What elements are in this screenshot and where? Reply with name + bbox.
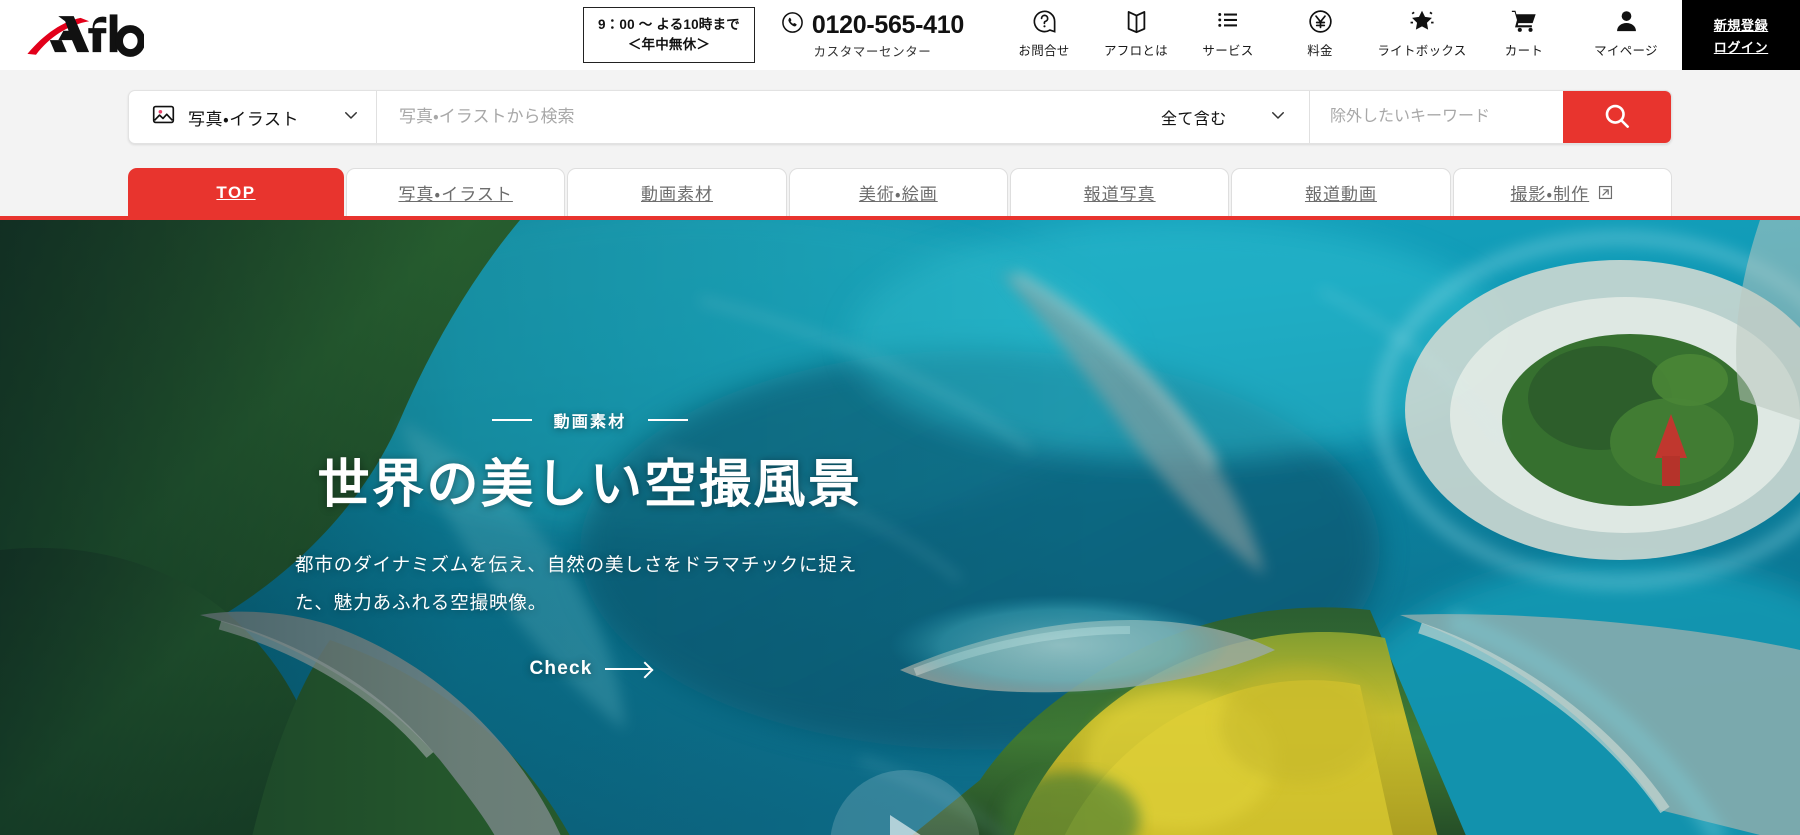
search-exclude-wrapper <box>1309 91 1563 143</box>
phone-circle-icon <box>781 11 804 39</box>
aflo-logo-icon <box>27 14 144 57</box>
business-hours-box: 9：00 ～ よる10時まで ＜年中無休＞ <box>582 6 755 64</box>
category-tabs: TOP 写真・イラスト 動画素材 美術・絵画 報道写真 報道動画 撮影・制作 <box>128 168 1672 216</box>
tab-label-news-video: 報道動画 <box>1304 185 1377 204</box>
user-person-icon <box>1613 6 1640 36</box>
phone-number[interactable]: 0120-565-410 <box>812 11 964 40</box>
category-tabs-bar: TOP 写真・イラスト 動画素材 美術・絵画 報道写真 報道動画 撮影・制作 <box>0 164 1800 220</box>
star-sparkle-icon <box>1408 6 1436 36</box>
register-label: 新規登録 <box>1713 17 1769 33</box>
business-hours-line1: 9：00 ～ よる10時まで <box>597 16 740 32</box>
nav-label-mypage: マイページ <box>1594 44 1658 58</box>
search-exclude-input[interactable] <box>1310 108 1563 126</box>
external-link-icon <box>1597 184 1614 201</box>
business-hours-line2: ＜年中無休＞ <box>627 36 711 52</box>
yen-circle-icon <box>1307 6 1334 36</box>
search-match-select[interactable]: 全て含む <box>1139 91 1309 143</box>
top-utility-bar: 9：00 ～ よる10時まで ＜年中無休＞ 0120-565-410 カスタマー… <box>0 0 1800 70</box>
tab-shooting-production[interactable]: 撮影・制作 <box>1452 168 1672 216</box>
open-book-icon <box>1123 6 1150 36</box>
aerial-lake-illustration <box>0 220 1800 835</box>
tab-label-video-material: 動画素材 <box>640 185 713 204</box>
shopping-cart-icon <box>1510 6 1538 36</box>
login-label: ログイン <box>1713 39 1769 55</box>
nav-label-about: アフロとは <box>1103 44 1168 58</box>
phone-label: カスタマーセンター <box>813 44 932 59</box>
nav-item-lightbox[interactable]: ライトボックス <box>1366 6 1478 59</box>
hero-cta-link[interactable]: Check <box>529 658 651 680</box>
hero-banner[interactable]: 動画素材 世界の美しい空撮風景 都市のダイナミズムを伝え、自然の美しさをドラマチ… <box>0 220 1800 835</box>
nav-item-mypage[interactable]: マイページ <box>1570 6 1682 59</box>
nav-label-cart: カート <box>1504 44 1544 58</box>
image-photo-icon <box>151 102 176 132</box>
nav-item-price[interactable]: 料金 <box>1274 6 1366 59</box>
tab-art-painting[interactable]: 美術・絵画 <box>788 168 1008 216</box>
tab-label-shooting-production: 撮影・制作 <box>1510 185 1590 204</box>
search-category-select[interactable]: 写真・イラスト <box>129 91 377 143</box>
search-match-value: 全て含む <box>1161 111 1227 128</box>
register-login-button[interactable]: 新規登録 ログイン <box>1682 0 1800 70</box>
tab-label-art-painting: 美術・絵画 <box>858 185 938 204</box>
nav-item-about[interactable]: アフロとは <box>1090 6 1182 59</box>
nav-label-service: サービス <box>1202 44 1254 58</box>
nav-item-cart[interactable]: カート <box>1478 6 1570 59</box>
search-magnifier-icon <box>1602 101 1632 134</box>
nav-label-lightbox: ライトボックス <box>1377 44 1467 58</box>
customer-center-phone[interactable]: 0120-565-410 カスタマーセンター <box>781 11 964 60</box>
nav-label-contact: お問合せ <box>1018 44 1070 58</box>
list-icon <box>1215 6 1241 36</box>
utility-nav: お問合せ アフロとは サービス 料金 ライトボックス カート マイページ <box>998 0 1682 70</box>
chevron-down-icon <box>1269 106 1287 129</box>
tab-top[interactable]: TOP <box>128 168 344 216</box>
tab-video-material[interactable]: 動画素材 <box>567 168 787 216</box>
play-button-icon <box>890 815 936 835</box>
tab-label-news-photo: 報道写真 <box>1083 185 1156 204</box>
search-submit-button[interactable] <box>1563 91 1671 143</box>
tab-photo-illustration[interactable]: 写真・イラスト <box>346 168 566 216</box>
question-circle-icon <box>1031 6 1058 36</box>
tab-label-top: TOP <box>216 182 256 202</box>
nav-item-contact[interactable]: お問合せ <box>998 6 1090 59</box>
nav-label-price: 料金 <box>1307 44 1333 58</box>
search-category-value: 写真・イラスト <box>188 109 299 129</box>
nav-item-service[interactable]: サービス <box>1182 6 1274 59</box>
chevron-down-icon <box>342 106 360 129</box>
search-area: 写真・イラスト 全て含む <box>0 70 1800 164</box>
hero-cta-label: Check <box>529 658 593 680</box>
tab-news-video[interactable]: 報道動画 <box>1231 168 1451 216</box>
hero-background-image <box>0 220 1800 835</box>
aflo-logo[interactable] <box>24 9 144 61</box>
search-keyword-input[interactable] <box>377 91 1139 143</box>
search-bar: 写真・イラスト 全て含む <box>128 90 1672 144</box>
arrow-right-icon <box>604 668 651 671</box>
tab-news-photo[interactable]: 報道写真 <box>1009 168 1230 216</box>
tab-label-photo-illustration: 写真・イラスト <box>398 185 513 204</box>
